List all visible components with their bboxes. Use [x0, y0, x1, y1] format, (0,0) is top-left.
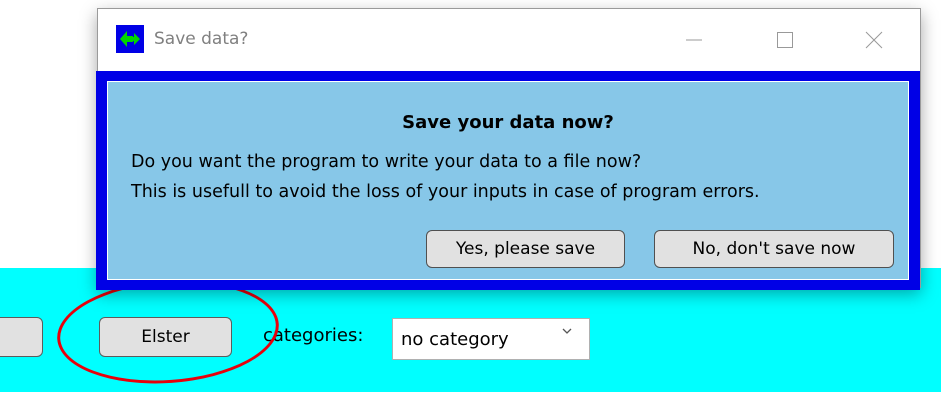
dialog-titlebar[interactable]: Save data? — [98, 9, 920, 71]
no-save-button-label: No, don't save now — [692, 239, 856, 259]
maximize-icon[interactable] — [762, 23, 808, 57]
no-save-button[interactable]: No, don't save now — [654, 230, 894, 268]
dialog-panel: Save your data now? Do you want the prog… — [107, 81, 909, 280]
close-icon[interactable] — [851, 23, 897, 57]
yes-save-button[interactable]: Yes, please save — [426, 230, 625, 268]
category-select[interactable]: no category — [392, 318, 590, 360]
category-select-value: no category — [401, 329, 509, 350]
dialog-title: Save data? — [154, 29, 249, 49]
app-bottom-edge — [0, 392, 941, 397]
save-dialog: Save data? Save your data now? Do you wa… — [96, 8, 921, 290]
dialog-message-line-1: Do you want the program to write your da… — [131, 152, 642, 172]
chevron-down-icon — [561, 325, 573, 341]
yes-save-button-label: Yes, please save — [455, 239, 596, 259]
dialog-heading: Save your data now? — [402, 112, 614, 133]
minimize-icon[interactable] — [671, 23, 717, 57]
dialog-client-area: Save your data now? Do you want the prog… — [96, 71, 920, 290]
partial-button[interactable] — [0, 317, 43, 357]
dialog-message-line-2: This is usefull to avoid the loss of you… — [131, 182, 760, 202]
app-icon — [116, 25, 144, 53]
